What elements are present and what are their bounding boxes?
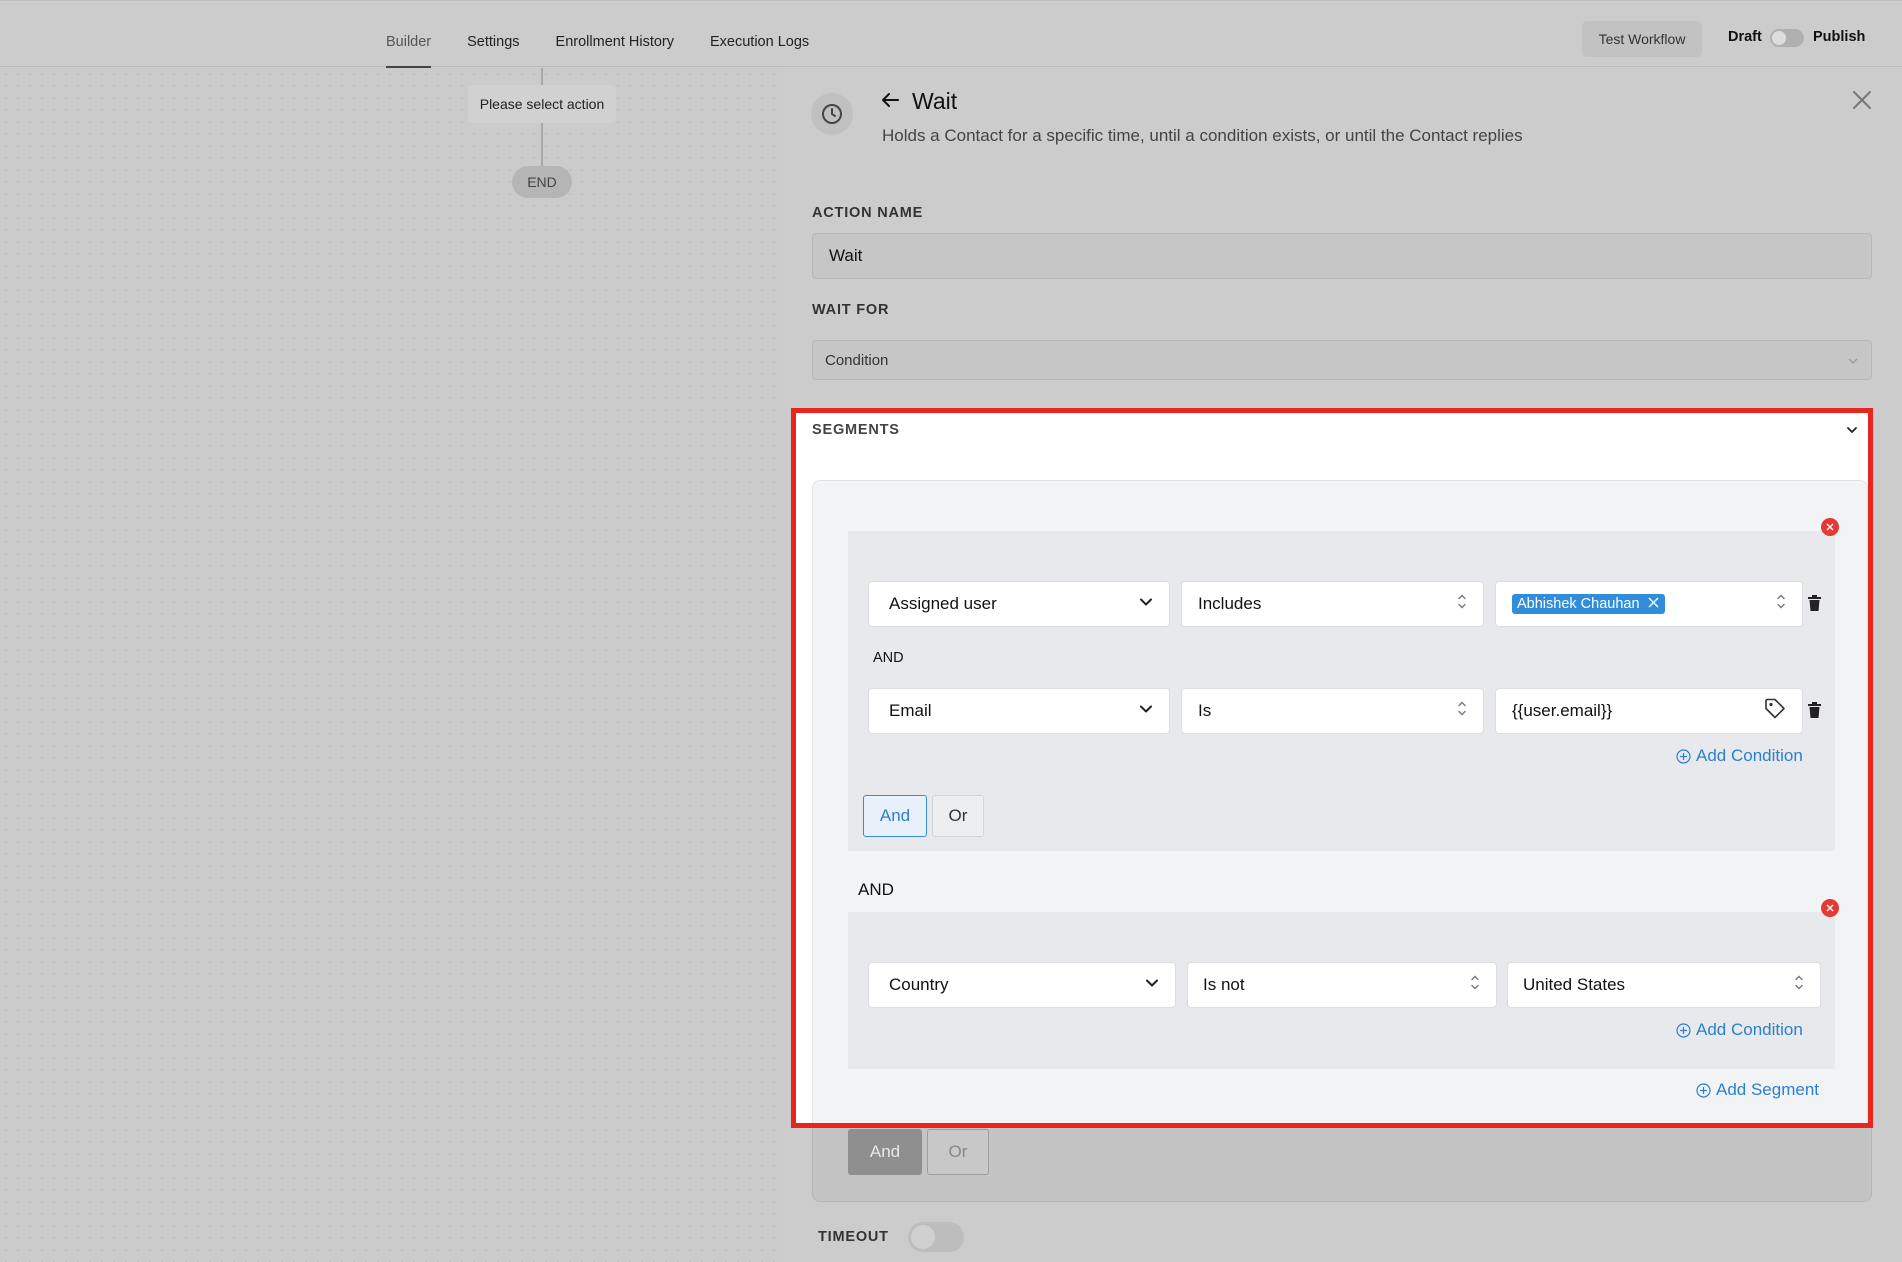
condition-operator-select[interactable]: Is not [1187, 962, 1497, 1008]
chevron-down-icon [1847, 354, 1859, 371]
add-segment-label: Add Segment [1716, 1080, 1820, 1099]
condition-operator-value: Is not [1203, 975, 1245, 994]
panel-description: Holds a Contact for a specific time, unt… [882, 126, 1523, 145]
chevron-down-icon [1139, 594, 1153, 614]
bottom-or-button[interactable]: Or [927, 1129, 989, 1175]
trash-icon[interactable] [1808, 702, 1821, 723]
top-nav-bar: Builder Settings Enrollment History Exec… [0, 0, 1902, 68]
tab-settings[interactable]: Settings [467, 1, 519, 68]
tab-enrollment-history[interactable]: Enrollment History [556, 1, 674, 68]
condition-value-multiselect[interactable]: Abhishek Chauhan [1495, 581, 1803, 627]
end-node: END [512, 166, 572, 198]
chevron-down-icon[interactable] [1845, 423, 1859, 442]
plus-circle-icon [1676, 748, 1691, 764]
select-action-node[interactable]: Please select action [468, 85, 616, 123]
value-chip-label: Abhishek Chauhan [1517, 596, 1640, 612]
sort-arrows-icon [1470, 974, 1480, 997]
plus-circle-icon [1696, 1082, 1711, 1098]
value-chip: Abhishek Chauhan [1512, 594, 1665, 614]
sort-arrows-icon [1457, 593, 1467, 616]
trash-icon[interactable] [1808, 595, 1821, 616]
wait-for-label: WAIT FOR [812, 302, 890, 318]
add-segment-link[interactable]: Add Segment [1696, 1080, 1819, 1100]
plus-circle-icon [1676, 1022, 1691, 1038]
remove-chip-icon[interactable] [1648, 596, 1659, 612]
condition-field-value: Assigned user [889, 594, 997, 613]
publish-toggle[interactable] [1770, 29, 1804, 47]
condition-field-select[interactable]: Assigned user [868, 581, 1170, 627]
condition-operator-value: Is [1198, 701, 1212, 720]
sort-arrows-icon [1776, 593, 1786, 616]
panel-title: Wait [912, 88, 958, 114]
remove-segment-icon[interactable] [1821, 899, 1839, 917]
wait-for-select[interactable]: Condition [812, 340, 1872, 380]
workflow-canvas[interactable] [0, 68, 782, 1262]
draft-label: Draft [1728, 29, 1762, 45]
clock-icon [811, 93, 853, 135]
chevron-down-icon [1139, 701, 1153, 721]
wait-for-value: Condition [825, 351, 889, 369]
sort-arrows-icon [1794, 974, 1804, 997]
condition-value-select[interactable]: United States [1507, 962, 1821, 1008]
close-icon[interactable] [1852, 90, 1872, 115]
condition-operator-select[interactable]: Is [1181, 688, 1484, 734]
condition-field-select[interactable]: Email [868, 688, 1170, 734]
add-condition-label: Add Condition [1696, 1020, 1803, 1039]
condition-field-value: Country [889, 975, 949, 994]
connector-line [541, 68, 543, 85]
add-condition-label: Add Condition [1696, 746, 1803, 765]
condition-value-text: {{user.email}} [1512, 701, 1613, 720]
publish-label: Publish [1813, 29, 1866, 45]
workflow-tabs: Builder Settings Enrollment History Exec… [386, 1, 845, 68]
condition-value-text: United States [1523, 975, 1626, 994]
condition-operator-select[interactable]: Includes [1181, 581, 1484, 627]
back-arrow-icon[interactable] [878, 88, 902, 117]
timeout-toggle[interactable] [908, 1222, 964, 1252]
tab-execution-logs[interactable]: Execution Logs [710, 1, 809, 68]
logic-and-button[interactable]: And [863, 795, 927, 837]
condition-field-select[interactable]: Country [868, 962, 1176, 1008]
remove-segment-icon[interactable] [1821, 518, 1839, 536]
segments-label: SEGMENTS [812, 422, 900, 438]
chevron-down-icon [1145, 975, 1159, 995]
tag-icon[interactable] [1764, 698, 1786, 725]
condition-field-value: Email [889, 701, 932, 720]
segment-joiner-label: AND [858, 880, 894, 899]
sort-arrows-icon [1457, 700, 1467, 723]
bottom-and-button[interactable]: And [848, 1129, 922, 1175]
test-workflow-button[interactable]: Test Workflow [1582, 21, 1702, 57]
tab-builder[interactable]: Builder [386, 1, 432, 68]
condition-joiner-label: AND [873, 650, 904, 666]
action-name-input[interactable]: Wait [812, 233, 1872, 279]
add-condition-link[interactable]: Add Condition [1676, 746, 1803, 766]
condition-operator-value: Includes [1198, 594, 1262, 613]
timeout-label: TIMEOUT [818, 1229, 889, 1245]
condition-value-input[interactable]: {{user.email}} [1495, 688, 1803, 734]
connector-line [541, 123, 543, 166]
action-name-label: ACTION NAME [812, 205, 924, 221]
logic-or-button[interactable]: Or [932, 795, 984, 837]
add-condition-link[interactable]: Add Condition [1676, 1020, 1803, 1040]
